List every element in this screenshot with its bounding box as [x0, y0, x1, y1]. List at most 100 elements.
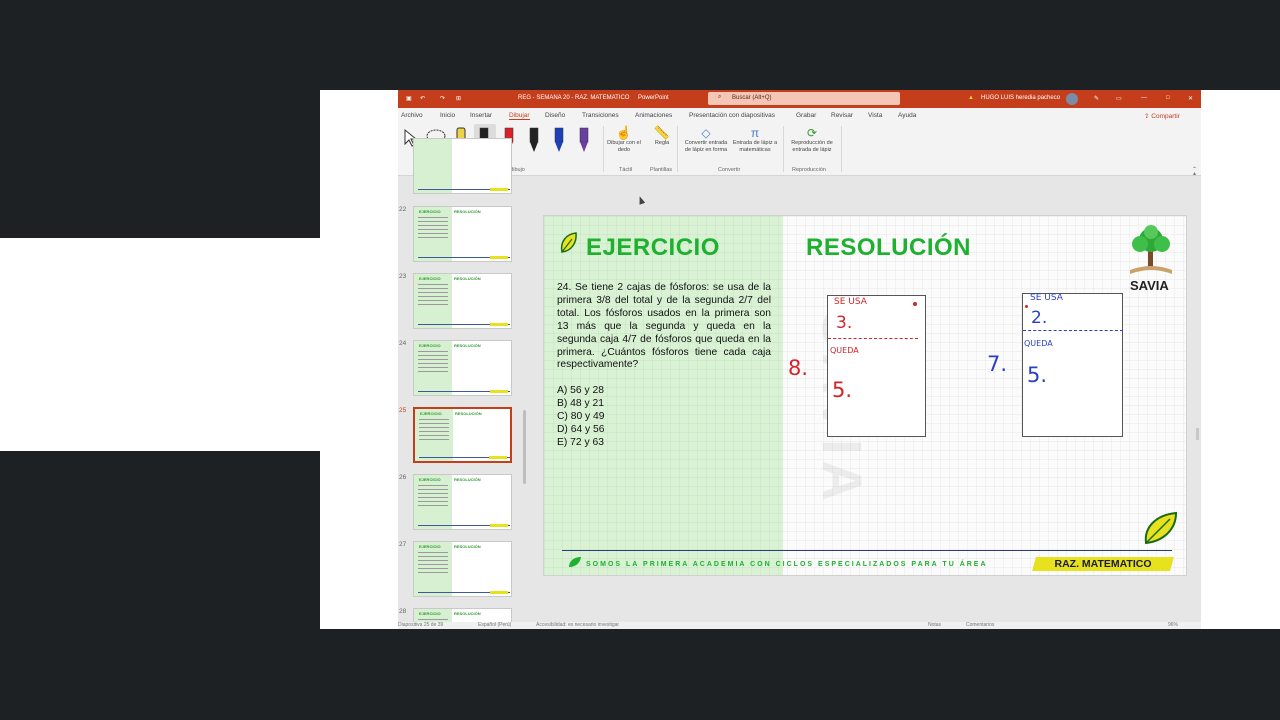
thumb-text-line [418, 225, 448, 226]
thumb-text-line [418, 564, 448, 565]
thumb-right-title: RESOLUCIÓN [454, 209, 481, 214]
ribbon-display-icon[interactable]: ▭ [1116, 95, 1122, 102]
current-slide[interactable]: EJERCICIO RESOLUCIÓN SAVIA 24. Se tiene … [543, 215, 1187, 576]
tab-vista[interactable]: Vista [868, 112, 882, 119]
thumbnail-number: 25 [399, 407, 407, 414]
comments-button[interactable]: Comentarios [966, 622, 994, 628]
undo-icon[interactable]: ↶ [420, 95, 425, 102]
language[interactable]: Español (Perú) [478, 622, 511, 628]
tab-animaciones[interactable]: Animaciones [635, 112, 672, 119]
accessibility[interactable]: Accesibilidad: es necesario investigar [536, 622, 619, 628]
box2-total: 7. [987, 352, 1008, 376]
thumbnail-slide-22[interactable]: EJERCICIO RESOLUCIÓN [413, 206, 512, 262]
tab-dibujar[interactable]: Dibujar [509, 112, 530, 120]
thumbnail-number: 24 [399, 340, 407, 347]
group-convert: Convertir [718, 167, 741, 173]
ink-to-shape-button[interactable]: ◇ Convertir entrada de lápiz en forma [681, 126, 731, 154]
thumbnail-slide-24[interactable]: EJERCICIO RESOLUCIÓN [413, 340, 512, 396]
pen-5-icon[interactable] [579, 127, 589, 152]
search-input[interactable]: ⌕ Buscar (Alt+Q) [708, 92, 900, 105]
canvas-scroll-up-icon[interactable]: ▴ [1193, 170, 1196, 177]
option-b: B) 48 y 21 [557, 397, 604, 409]
thumb-right-title: RESOLUCIÓN [454, 477, 481, 482]
tab-revisar[interactable]: Revisar [831, 112, 853, 119]
redo-icon[interactable]: ↷ [440, 95, 445, 102]
status-bar: Diapositiva 25 de 39 Español (Perú) Acce… [398, 622, 1201, 629]
tab-inicio[interactable]: Inicio [440, 112, 455, 119]
leaf-icon [560, 232, 577, 253]
tab-ayuda[interactable]: Ayuda [898, 112, 916, 119]
share-button[interactable]: ⇪ Compartir [1144, 112, 1180, 120]
tab-presentacion[interactable]: Presentación con diapositivas [689, 112, 775, 119]
thumb-text-line [418, 505, 448, 506]
math-icon: π [750, 126, 760, 140]
tab-archivo[interactable]: Archivo [401, 112, 423, 119]
thumb-footer-badge [490, 591, 508, 594]
group-touch: Táctil [619, 167, 633, 173]
pen-icon[interactable]: ✎ [1094, 95, 1099, 102]
ruler-button[interactable]: 📏 Regla [648, 126, 676, 147]
maximize-icon[interactable]: □ [1166, 95, 1170, 101]
thumb-right-title: RESOLUCIÓN [454, 276, 481, 281]
thumbnail-slide-26[interactable]: EJERCICIO RESOLUCIÓN [413, 474, 512, 530]
user-name[interactable]: HUGO LUIS heredia pacheco [981, 95, 1060, 101]
thumb-text-line [418, 237, 448, 238]
thumb-right-title: RESOLUCIÓN [455, 411, 482, 416]
thumb-text-line [418, 300, 448, 301]
thumbnail-21-partial[interactable] [413, 138, 512, 194]
thumb-text-line [418, 363, 448, 364]
thumbnail-number: 22 [399, 206, 407, 213]
tab-transiciones[interactable]: Transiciones [582, 112, 619, 119]
notes-button[interactable]: Notas [928, 622, 941, 628]
slide-info: Diapositiva 25 de 39 [398, 622, 444, 628]
thumb-text-line [418, 355, 448, 356]
thumb-text-line [418, 229, 448, 230]
canvas-scrollbar[interactable] [1196, 428, 1199, 440]
tab-insertar[interactable]: Insertar [470, 112, 492, 119]
footer-slogan: SOMOS LA PRIMERA ACADEMIA CON CICLOS ESP… [586, 561, 988, 568]
save-icon[interactable]: ▣ [406, 95, 412, 102]
tab-diseno[interactable]: Diseño [545, 112, 565, 119]
option-a: A) 56 y 28 [557, 385, 604, 396]
thumb-text-line [419, 427, 449, 428]
close-icon[interactable]: ✕ [1188, 95, 1193, 102]
box1-bottom-label: QUEDA [830, 346, 859, 355]
footer-badge-text: RAZ. MATEMATICO [1054, 558, 1152, 570]
present-icon[interactable]: ⊞ [456, 95, 461, 102]
divider [783, 126, 784, 172]
minimize-icon[interactable]: — [1141, 95, 1147, 101]
replay-icon: ⟳ [806, 126, 818, 140]
thumb-left-title: EJERCICIO [419, 343, 441, 348]
thumbnail-slide-27[interactable]: EJERCICIO RESOLUCIÓN [413, 541, 512, 597]
thumb-footer-badge [490, 524, 508, 527]
box1-bottom-value: 5. [832, 378, 853, 402]
thumb-right-title: RESOLUCIÓN [454, 343, 481, 348]
ink-to-math-button[interactable]: π Entrada de lápiz a matemáticas [731, 126, 779, 154]
avatar[interactable] [1066, 93, 1078, 105]
box1-total: 8. [788, 356, 809, 380]
thumb-text-line [418, 552, 448, 553]
draw-finger-button[interactable]: ☝ Dibujar con el dedo [606, 126, 642, 154]
thumb-text-line [418, 568, 448, 569]
ink-replay-button[interactable]: ⟳ Reproducción de entrada de lápiz [786, 126, 838, 154]
thumb-text-line [419, 439, 449, 440]
pen-4-icon[interactable] [554, 127, 564, 152]
thumb-text-line [418, 572, 448, 573]
thumbnail-scrollbar[interactable] [523, 410, 526, 484]
thumbnail-slide-23[interactable]: EJERCICIO RESOLUCIÓN [413, 273, 512, 329]
thumb-text-line [418, 556, 448, 557]
screen-background: ▣ ↶ ↷ ⊞ REG - SEMANA 20 - RAZ. MATEMATIC… [0, 0, 1280, 720]
thumb-right-title: RESOLUCIÓN [454, 544, 481, 549]
leaf-logo-bottom [1144, 511, 1178, 545]
thumbnail-slide-25[interactable]: EJERCICIO RESOLUCIÓN [413, 407, 512, 463]
zoom-level[interactable]: 96% [1168, 622, 1178, 628]
pen-3-icon[interactable] [529, 127, 539, 152]
ruler-icon: 📏 [653, 125, 671, 140]
thumb-text-line [418, 493, 448, 494]
box2-divider [1023, 330, 1123, 331]
thumb-text-line [418, 288, 448, 289]
group-templates: Plantillas [650, 167, 673, 173]
thumb-left-title: EJERCICIO [419, 276, 441, 281]
box1-top-value: 3. [836, 313, 853, 333]
tab-grabar[interactable]: Grabar [796, 112, 816, 119]
